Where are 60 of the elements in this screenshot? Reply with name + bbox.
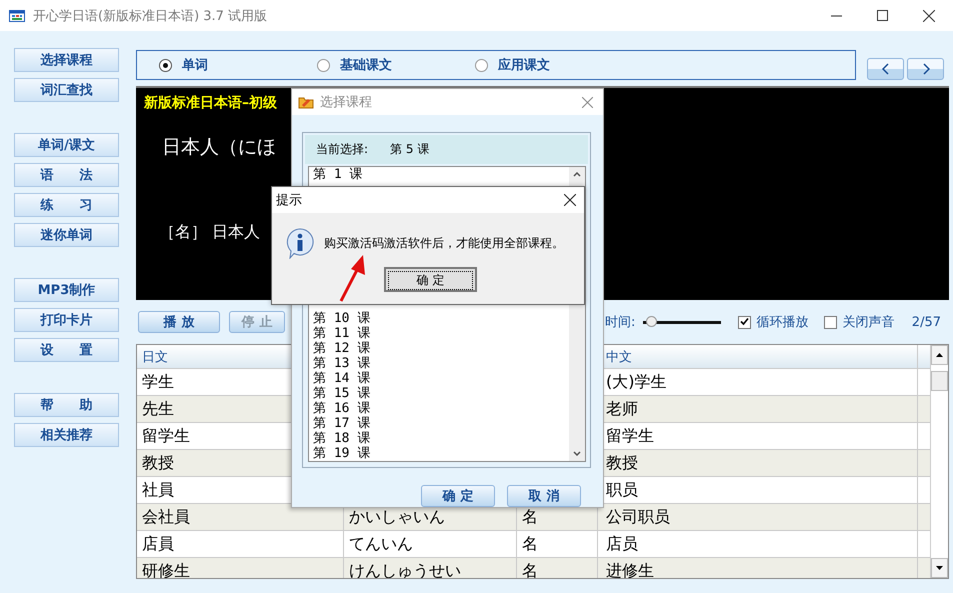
chevron-left-icon xyxy=(882,63,890,75)
mode-radio[interactable]: 单词 xyxy=(159,56,317,74)
dialog-title: 选择课程 xyxy=(320,94,372,111)
table-cell: 名 xyxy=(517,531,598,557)
app-window-icon xyxy=(9,10,25,22)
scroll-up-icon[interactable] xyxy=(573,172,581,177)
next-button[interactable] xyxy=(907,58,944,80)
table-cell: 进修生 xyxy=(598,558,918,578)
table-cell: 研修生 xyxy=(137,558,344,578)
mode-radio[interactable]: 基础课文 xyxy=(317,56,475,74)
previous-button[interactable] xyxy=(867,58,904,80)
play-button[interactable]: 播 放 xyxy=(138,311,220,333)
cancel-button[interactable]: 取 消 xyxy=(507,485,581,507)
sidebar-button[interactable]: 设 置 xyxy=(14,338,119,362)
scroll-up-icon[interactable] xyxy=(936,353,943,357)
scroll-down-icon[interactable] xyxy=(573,451,581,456)
chevron-right-icon xyxy=(922,63,930,75)
lesson-item[interactable]: 第 1 课 xyxy=(313,167,569,182)
ok-button[interactable]: 确 定 xyxy=(384,267,477,292)
sidebar-button[interactable]: 语 法 xyxy=(14,163,119,187)
table-cell: 店員 xyxy=(137,531,344,557)
dialog-title: 提示 xyxy=(276,192,302,209)
loop-checkbox[interactable]: 循环播放 xyxy=(738,313,808,331)
confirm-button[interactable]: 确 定 xyxy=(421,485,495,507)
time-label: 时间: xyxy=(605,314,636,331)
close-icon[interactable] xyxy=(564,194,576,206)
sidebar-button[interactable]: 练 习 xyxy=(14,193,119,217)
annotation-arrow xyxy=(338,254,368,302)
sidebar-button[interactable]: 相关推荐 xyxy=(14,423,119,447)
scrollbar[interactable] xyxy=(930,345,948,578)
table-cell: 店员 xyxy=(598,531,918,557)
sidebar-button[interactable]: 帮 助 xyxy=(14,393,119,417)
mute-checkbox[interactable]: 关闭声音 xyxy=(824,313,894,331)
sidebar-button[interactable]: 词汇查找 xyxy=(14,78,119,102)
current-selection-label: 当前选择: xyxy=(316,141,368,158)
table-cell: てんいん xyxy=(344,531,517,557)
checkmark-icon xyxy=(740,316,750,326)
folder-icon xyxy=(298,95,314,109)
lesson-item[interactable]: 第 11 课 xyxy=(313,326,569,341)
scrollbar-thumb[interactable] xyxy=(931,371,948,391)
table-cell: 名 xyxy=(517,558,598,578)
sidebar-button[interactable]: 迷你单词 xyxy=(14,223,119,247)
time-slider[interactable] xyxy=(643,316,722,328)
scroll-down-icon[interactable] xyxy=(936,566,943,570)
display-title: 新版标准日本语–初级 xyxy=(144,94,277,112)
close-icon[interactable] xyxy=(923,10,935,22)
display-text: 日本人（にほ xyxy=(162,135,276,160)
mode-radio[interactable]: 应用课文 xyxy=(475,56,633,74)
info-icon xyxy=(284,227,316,259)
page-counter: 2/57 xyxy=(912,314,941,330)
sidebar-button[interactable]: 选择课程 xyxy=(14,48,119,72)
sidebar-button[interactable]: 打印卡片 xyxy=(14,308,119,332)
lesson-item[interactable]: 第 10 课 xyxy=(313,311,569,326)
sidebar-button[interactable]: 单词/课文 xyxy=(14,133,119,157)
maximize-icon[interactable] xyxy=(877,10,889,22)
prompt-message: 购买激活码激活软件后，才能使用全部课程。 xyxy=(324,234,564,252)
display-text: ［名］ 日本人 xyxy=(159,222,260,243)
window-title: 开心学日语(新版标准日本语) 3.7 试用版 xyxy=(33,8,268,24)
sidebar-button[interactable]: MP3制作 xyxy=(14,278,119,302)
current-selection-value: 第 5 课 xyxy=(390,141,430,158)
